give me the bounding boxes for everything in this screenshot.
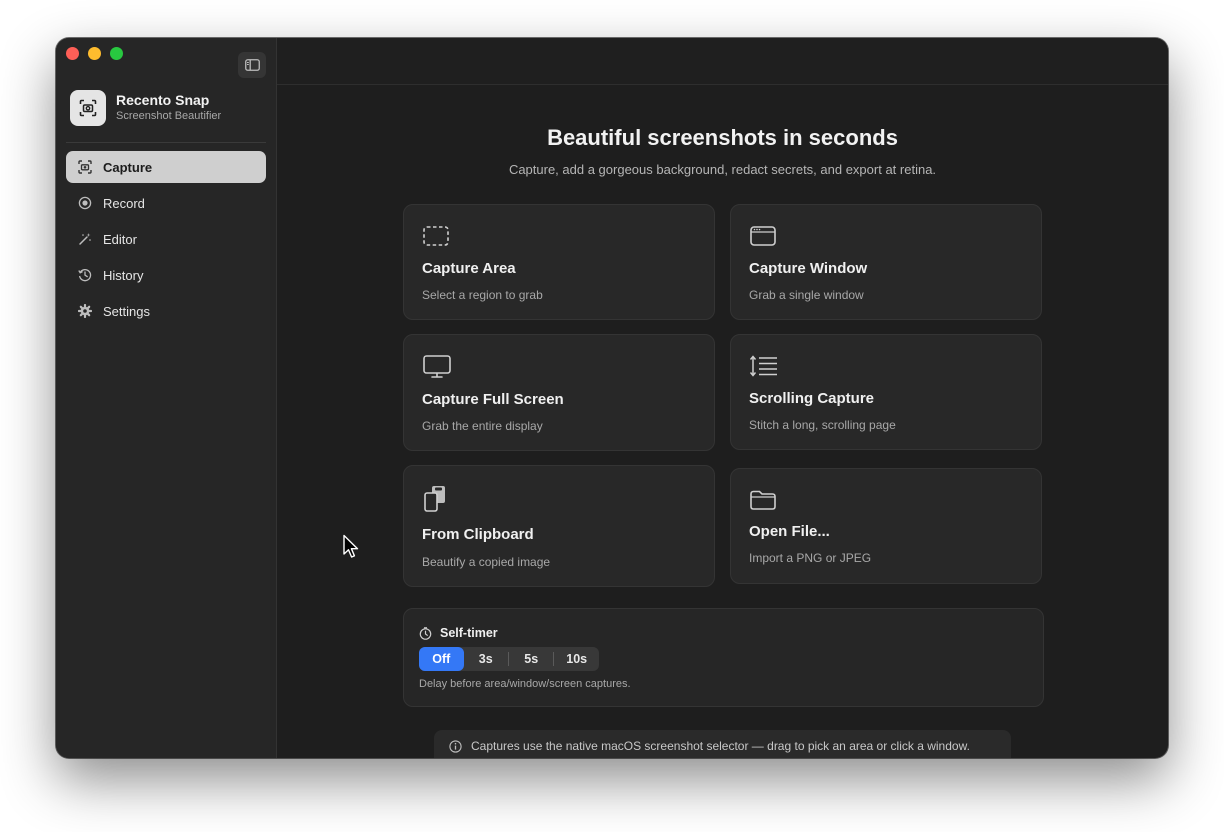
history-icon <box>78 268 92 282</box>
display-icon <box>423 355 451 378</box>
app-logo-icon <box>70 90 106 126</box>
open-file-card[interactable]: Open File... Import a PNG or JPEG <box>730 468 1042 584</box>
zoom-window-button[interactable] <box>110 47 123 60</box>
mouse-cursor-icon <box>343 534 359 558</box>
sidebar-nav: Capture Record Editor History Settings <box>66 151 266 331</box>
sidebar-item-label: Capture <box>103 159 153 175</box>
sidebar-item-settings[interactable]: Settings <box>66 295 266 327</box>
card-title: From Clipboard <box>422 526 534 543</box>
magic-wand-icon <box>79 233 91 245</box>
window-icon <box>750 226 776 246</box>
main-content: Beautiful screenshots in seconds Capture… <box>277 38 1168 758</box>
card-title: Capture Full Screen <box>422 391 564 408</box>
app-name: Recento Snap <box>116 92 210 108</box>
timer-option-3s[interactable]: 3s <box>464 647 509 671</box>
sidebar-item-label: Settings <box>103 303 150 319</box>
card-title: Capture Window <box>749 260 868 277</box>
sidebar-toggle-icon <box>244 59 260 71</box>
sidebar-item-editor[interactable]: Editor <box>66 223 266 255</box>
timer-option-10s[interactable]: 10s <box>554 647 599 671</box>
page-title: Beautiful screenshots in seconds <box>547 125 898 150</box>
sidebar-item-label: Record <box>103 195 145 211</box>
scroll-lines-icon <box>749 355 777 377</box>
dashed-rect-icon <box>423 226 449 246</box>
timer-option-5s[interactable]: 5s <box>509 647 554 671</box>
sidebar: Recento Snap Screenshot Beautifier Captu… <box>56 38 277 758</box>
card-description: Import a PNG or JPEG <box>749 551 872 565</box>
card-title: Open File... <box>749 523 830 540</box>
self-timer-note: Delay before area/window/screen captures… <box>419 678 631 690</box>
sidebar-item-label: History <box>103 267 144 283</box>
timer-icon <box>419 626 432 640</box>
close-window-button[interactable] <box>66 47 79 60</box>
info-banner: Captures use the native macOS screenshot… <box>434 730 1011 758</box>
app-subtitle: Screenshot Beautifier <box>116 110 222 122</box>
capture-icon <box>78 160 92 174</box>
card-description: Beautify a copied image <box>422 555 551 569</box>
sidebar-divider <box>66 142 266 143</box>
self-timer-header: Self-timer <box>419 626 498 640</box>
self-timer-segmented-control: Off 3s 5s 10s <box>419 647 599 671</box>
clipboard-icon <box>424 486 445 512</box>
window-controls <box>66 47 123 60</box>
info-text: Captures use the native macOS screenshot… <box>471 739 970 753</box>
sidebar-item-history[interactable]: History <box>66 259 266 291</box>
app-header: Recento Snap Screenshot Beautifier <box>70 90 221 126</box>
capture-window-card[interactable]: Capture Window Grab a single window <box>730 204 1042 320</box>
folder-icon <box>750 490 776 510</box>
card-description: Grab a single window <box>749 288 864 302</box>
sidebar-item-label: Editor <box>103 231 137 247</box>
card-description: Stitch a long, scrolling page <box>749 418 896 432</box>
sidebar-toggle-button[interactable] <box>238 52 266 78</box>
card-title: Scrolling Capture <box>749 390 875 407</box>
card-title: Capture Area <box>422 260 516 277</box>
card-description: Select a region to grab <box>422 288 543 302</box>
capture-full-screen-card[interactable]: Capture Full Screen Grab the entire disp… <box>403 334 715 451</box>
scrolling-capture-card[interactable]: Scrolling Capture Stitch a long, scrolli… <box>730 334 1042 450</box>
from-clipboard-card[interactable]: From Clipboard Beautify a copied image <box>403 465 715 587</box>
page-subtitle: Capture, add a gorgeous background, reda… <box>508 162 937 177</box>
card-description: Grab the entire display <box>422 419 543 433</box>
self-timer-label: Self-timer <box>440 626 498 640</box>
gear-icon <box>78 304 92 318</box>
sidebar-item-record[interactable]: Record <box>66 187 266 219</box>
capture-area-card[interactable]: Capture Area Select a region to grab <box>403 204 715 320</box>
app-window: Recento Snap Screenshot Beautifier Captu… <box>56 38 1168 758</box>
record-icon <box>78 196 92 210</box>
timer-option-off[interactable]: Off <box>419 647 464 671</box>
minimize-window-button[interactable] <box>88 47 101 60</box>
sidebar-item-capture[interactable]: Capture <box>66 151 266 183</box>
info-icon <box>449 740 462 753</box>
toolbar <box>277 38 1168 85</box>
self-timer-panel: Self-timer Off 3s 5s 10s Delay before ar… <box>403 608 1044 707</box>
